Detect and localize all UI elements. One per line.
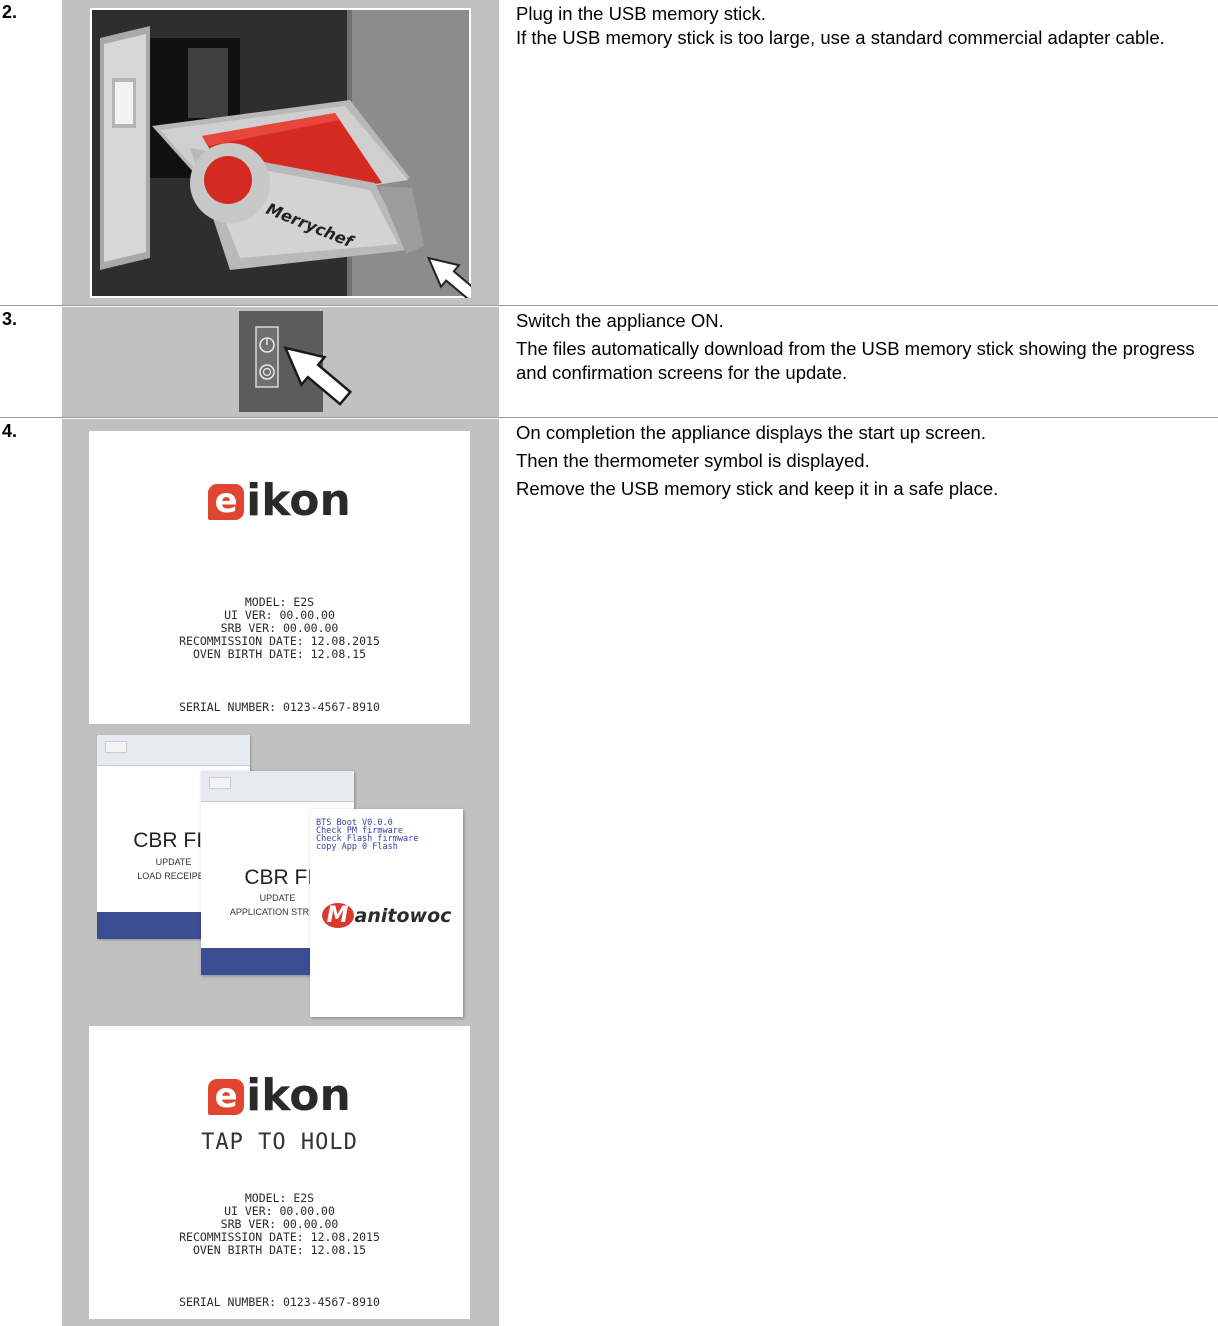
device-info: MODEL: E2S UI VER: 00.00.00 SRB VER: 00.… — [179, 595, 380, 661]
eikon-logo: e ikon — [89, 475, 470, 526]
eikon-logo: e ikon — [89, 1070, 470, 1121]
tap-to-hold-label: TAP TO HOLD — [201, 1130, 358, 1155]
step-line: The files automatically download from th… — [516, 338, 1195, 383]
step-image-cell — [62, 307, 499, 417]
step-line: Then the thermometer symbol is displayed… — [516, 450, 870, 471]
step-line: Switch the appliance ON. — [516, 310, 724, 331]
startup-screen-hold: e ikon TAP TO HOLD MODEL: E2S UI VER: 00.… — [89, 1026, 470, 1319]
serial-number: SERIAL NUMBER: 0123-4567-8910 — [179, 700, 380, 714]
row-divider — [0, 417, 1218, 418]
device-info: MODEL: E2S UI VER: 00.00.00 SRB VER: 00.… — [179, 1191, 380, 1257]
step-row-4: 4. e ikon MODEL: E2S UI VER: 00.00.00 SRB… — [0, 419, 1218, 1326]
step-line: On completion the appliance displays the… — [516, 422, 986, 443]
step-number: 3. — [2, 309, 18, 329]
step-description: Switch the appliance ON. The files autom… — [516, 309, 1206, 385]
boot-log: BTS Boot V0.0.0 Check PM firmware Check Fl… — [316, 818, 419, 852]
usb-insert-illustration: Merrychef — [90, 8, 471, 298]
boot-screen: BTS Boot V0.0.0 Check PM firmware Check Fl… — [310, 809, 463, 1017]
startup-screen: e ikon MODEL: E2S UI VER: 00.00.00 SRB VE… — [89, 431, 470, 724]
manitowoc-logo: Manitowoc — [310, 903, 463, 928]
step-description: On completion the appliance displays the… — [516, 421, 1206, 501]
serial-number: SERIAL NUMBER: 0123-4567-8910 — [179, 1295, 380, 1309]
step-line: Plug in the USB memory stick. — [516, 3, 766, 24]
step-line: If the USB memory stick is too large, us… — [516, 27, 1165, 48]
step-image-cell: Merrychef — [62, 0, 499, 305]
power-switch-illustration — [239, 311, 353, 412]
step-row-2: 2. Merrychef Plug in the USB memory stic… — [0, 0, 1218, 305]
step-line: Remove the USB memory stick and keep it … — [516, 478, 999, 499]
battery-icon — [209, 777, 231, 789]
step-description: Plug in the USB memory stick. If the USB… — [516, 2, 1206, 50]
step-number: 4. — [2, 421, 18, 441]
step-image-cell: e ikon MODEL: E2S UI VER: 00.00.00 SRB VE… — [62, 419, 499, 1326]
step-number: 2. — [2, 2, 18, 22]
row-divider — [0, 305, 1218, 306]
step-row-3: 3. Switch the appliance ON. The files au… — [0, 307, 1218, 417]
battery-icon — [105, 741, 127, 753]
